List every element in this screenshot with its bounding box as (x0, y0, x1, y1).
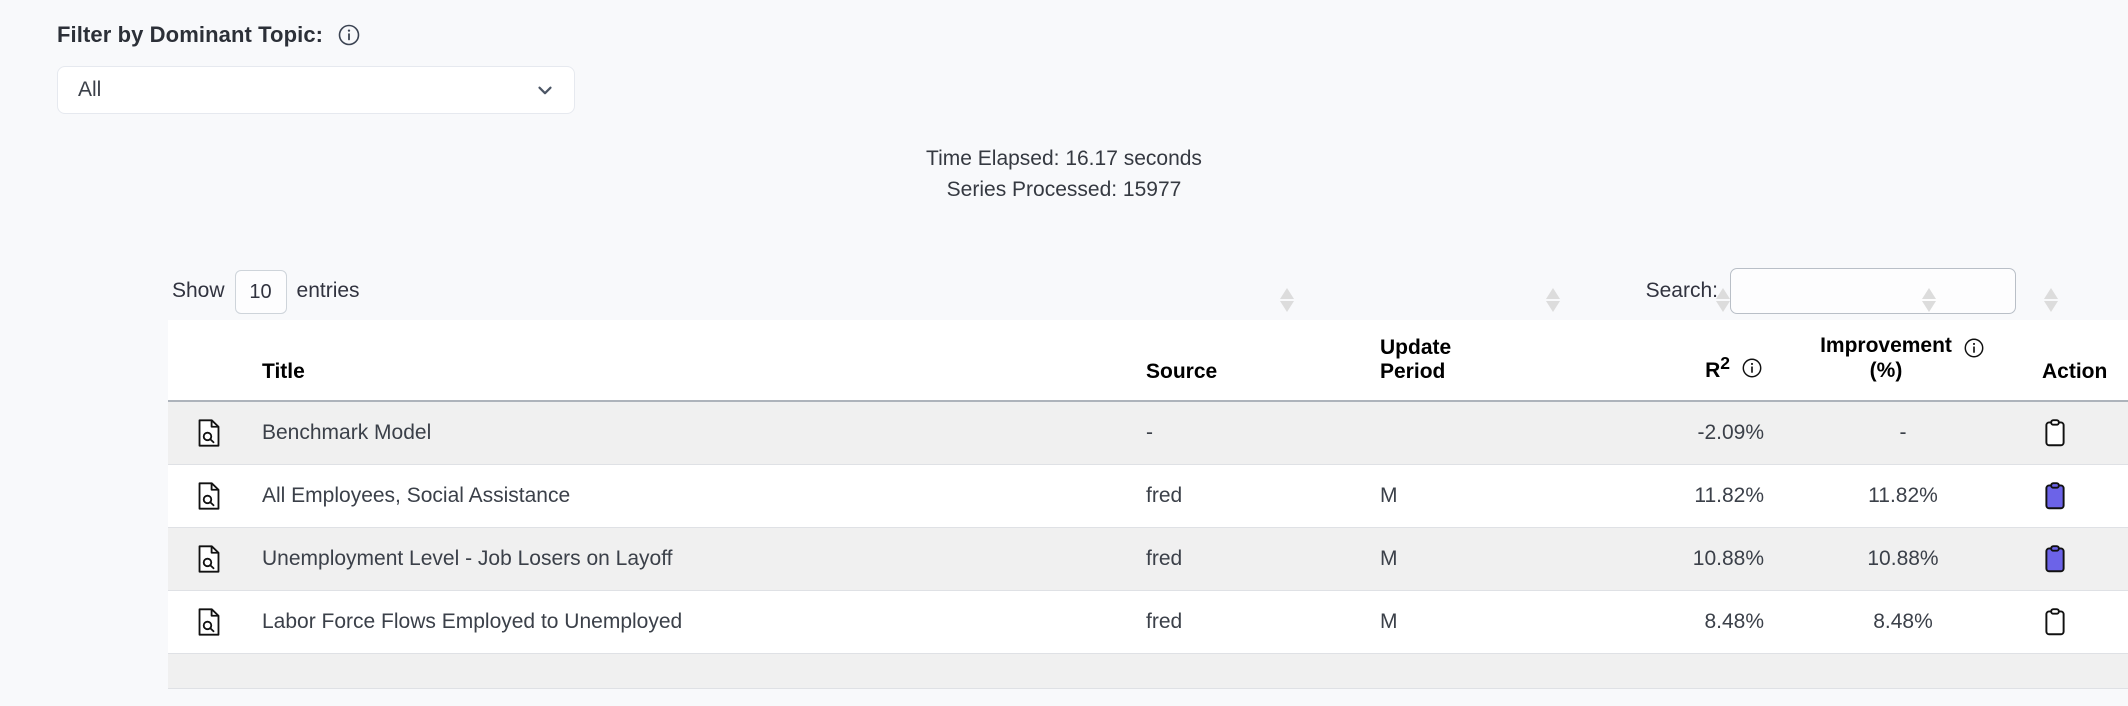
column-header-r2-label: R2 (1705, 352, 1730, 382)
row-action[interactable] (2030, 400, 2128, 465)
row-title: Unemployment Level - Job Losers on Layof… (250, 527, 1134, 591)
info-circle-icon[interactable] (337, 23, 361, 47)
table-row[interactable]: All Employees, Social Assistance fred M 11.… (168, 464, 2128, 528)
r2-info-circle-icon[interactable] (1740, 356, 1764, 380)
sort-indicator-improvement[interactable] (2044, 288, 2058, 318)
chevron-down-icon[interactable] (534, 79, 556, 101)
search-control: Search: (1646, 268, 2016, 314)
results-table-body: Benchmark Model - -2.09% - All Employees, So… (168, 400, 2128, 689)
row-document-cell[interactable] (168, 590, 250, 654)
sort-indicator-update-period[interactable] (1716, 288, 1730, 318)
document-search-icon[interactable] (196, 418, 222, 447)
clipboard-icon[interactable] (2042, 544, 2068, 573)
row-action[interactable] (2030, 527, 2128, 591)
sort-indicator-title[interactable] (1280, 288, 1294, 318)
entries-label: entries (296, 279, 360, 302)
row-r2 (1542, 653, 1776, 689)
document-search-icon[interactable] (196, 481, 222, 510)
run-status: Time Elapsed: 16.17 seconds Series Proce… (0, 144, 2128, 205)
results-table: Title Source Update Period R2 Improvemen… (168, 320, 2128, 689)
column-header-improvement-inner: Improvement (%) (1820, 334, 1986, 384)
table-row[interactable]: Labor Force Flows Employed to Unemployed… (168, 590, 2128, 654)
column-header-icon (168, 320, 250, 402)
clipboard-icon[interactable] (2042, 607, 2068, 636)
search-input[interactable] (1730, 268, 2016, 314)
row-source: fred (1134, 464, 1368, 528)
row-update-period (1368, 400, 1542, 465)
column-header-improvement-label: Improvement (%) (1820, 334, 1952, 384)
row-title: Benchmark Model (250, 400, 1134, 465)
row-source: - (1134, 400, 1368, 465)
results-table-head: Title Source Update Period R2 Improvemen… (168, 320, 2128, 402)
column-header-action: Action (2030, 320, 2128, 402)
table-row[interactable]: Benchmark Model - -2.09% - (168, 400, 2128, 465)
row-document-cell[interactable] (168, 464, 250, 528)
search-label: Search: (1645, 279, 1718, 302)
column-header-action-label: Action (2042, 359, 2108, 383)
row-title: Labor Force Flows Employed to Unemployed (250, 590, 1134, 654)
table-row-partial[interactable] (168, 653, 2128, 689)
update-period-line1: Update (1380, 335, 1452, 359)
row-improvement: 10.88% (1776, 527, 2030, 591)
row-improvement: 8.48% (1776, 590, 2030, 654)
row-r2: -2.09% (1542, 400, 1776, 465)
row-document-cell[interactable] (168, 653, 250, 689)
improvement-line1: Improvement (1820, 334, 1952, 357)
filter-label-row: Filter by Dominant Topic: (57, 20, 577, 50)
document-search-icon[interactable] (196, 544, 222, 573)
update-period-line2: Period (1380, 359, 1446, 383)
column-header-title-label: Title (262, 359, 305, 383)
row-r2: 8.48% (1542, 590, 1776, 654)
dominant-topic-select[interactable]: All (57, 66, 575, 114)
row-improvement (1776, 653, 2030, 689)
row-r2: 10.88% (1542, 527, 1776, 591)
table-controls: Show 10 entries Search: (168, 262, 2018, 320)
row-update-period (1368, 653, 1542, 689)
column-header-update-period-label: Update Period (1380, 336, 1451, 384)
column-header-r2-inner: R2 (1705, 353, 1764, 384)
page-length-control: Show 10 entries (172, 269, 360, 314)
row-improvement: 11.82% (1776, 464, 2030, 528)
dominant-topic-filter: Filter by Dominant Topic: All (57, 20, 577, 114)
improvement-info-circle-icon[interactable] (1962, 336, 1986, 360)
column-header-improvement[interactable]: Improvement (%) (1776, 320, 2030, 402)
clipboard-icon[interactable] (2042, 418, 2068, 447)
row-document-cell[interactable] (168, 527, 250, 591)
row-source (1134, 653, 1368, 689)
row-update-period: M (1368, 464, 1542, 528)
page-title: Filter by Dominant Topic: (57, 22, 324, 47)
row-action[interactable] (2030, 464, 2128, 528)
table-row[interactable]: Unemployment Level - Job Losers on Layof… (168, 527, 2128, 591)
row-source: fred (1134, 527, 1368, 591)
column-header-source[interactable]: Source (1134, 320, 1368, 402)
table-header-row: Title Source Update Period R2 Improvemen… (168, 320, 2128, 402)
row-title: All Employees, Social Assistance (250, 464, 1134, 528)
row-document-cell[interactable] (168, 400, 250, 465)
entries-per-page-select[interactable]: 10 (234, 270, 287, 314)
row-update-period: M (1368, 527, 1542, 591)
row-title (250, 653, 1134, 689)
row-improvement: - (1776, 400, 2030, 465)
improvement-line2: (%) (1869, 358, 1903, 382)
row-source: fred (1134, 590, 1368, 654)
results-table-container: Show 10 entries Search: Title Source Upd… (168, 262, 2128, 689)
document-search-icon[interactable] (196, 607, 222, 636)
sort-indicator-source[interactable] (1546, 288, 1560, 318)
column-header-r2[interactable]: R2 (1542, 320, 1776, 402)
column-header-source-label: Source (1146, 359, 1218, 383)
clipboard-icon[interactable] (2042, 481, 2068, 510)
series-processed-text: Series Processed: 15977 (946, 177, 1182, 201)
show-label: Show (172, 279, 225, 302)
sort-indicator-r2[interactable] (1922, 288, 1936, 318)
row-update-period: M (1368, 590, 1542, 654)
column-header-update-period[interactable]: Update Period (1368, 320, 1542, 402)
row-r2: 11.82% (1542, 464, 1776, 528)
time-elapsed-text: Time Elapsed: 16.17 seconds (926, 147, 1202, 170)
dominant-topic-select-value: All (78, 78, 102, 101)
row-action[interactable] (2030, 590, 2128, 654)
row-action[interactable] (2030, 653, 2128, 689)
column-header-title[interactable]: Title (250, 320, 1134, 402)
